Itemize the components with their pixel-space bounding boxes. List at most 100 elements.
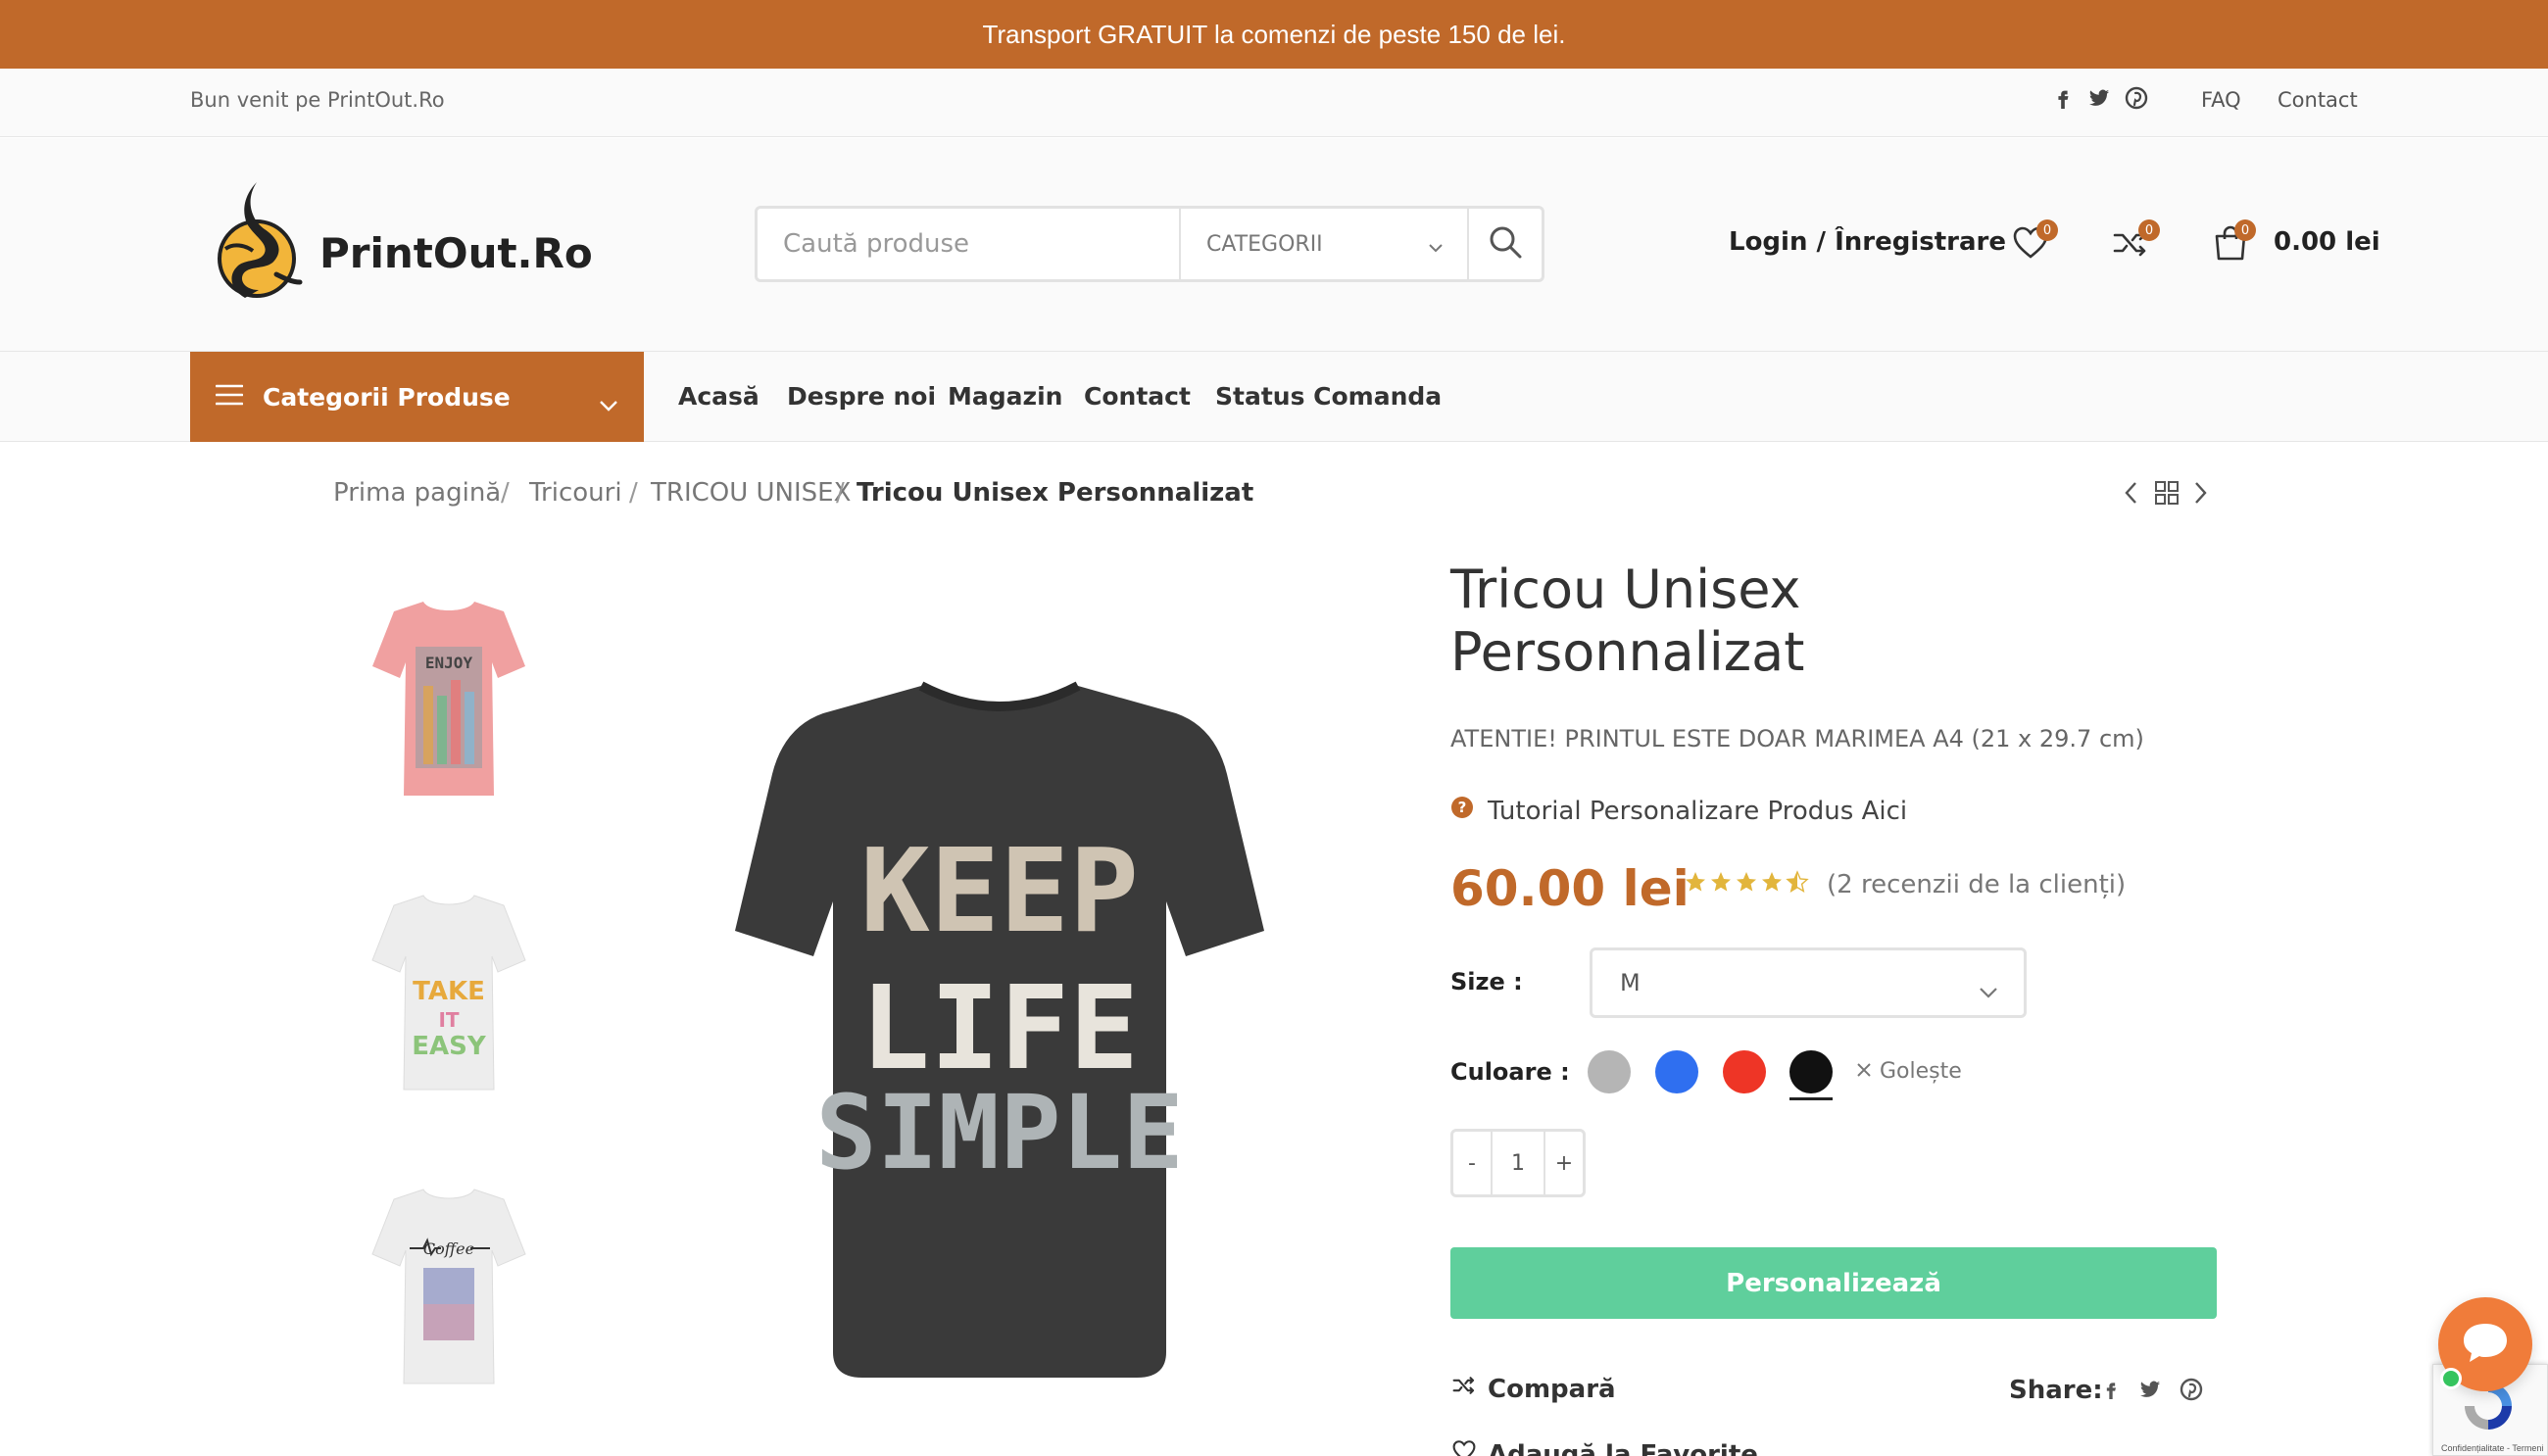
breadcrumb-tricouri[interactable]: Tricouri xyxy=(529,478,622,508)
product-title: Tricou Unisex Personnalizat xyxy=(1450,558,1804,684)
heart-icon xyxy=(1450,1438,1478,1456)
breadcrumb-separator: / xyxy=(629,478,638,508)
svg-text:?: ? xyxy=(1458,799,1467,816)
welcome-text: Bun venit pe PrintOut.Ro xyxy=(190,88,445,112)
chevron-down-icon xyxy=(1979,977,1998,1004)
nav-item-acasa[interactable]: Acasă xyxy=(678,382,760,411)
twitter-icon[interactable] xyxy=(2087,87,2111,113)
help-icon: ? xyxy=(1450,796,1474,826)
grid-icon[interactable] xyxy=(2154,480,2180,510)
category-select[interactable]: CATEGORII xyxy=(1179,209,1467,279)
nav-item-status-comanda[interactable]: Status Comanda xyxy=(1215,382,1442,411)
color-swatch-gray[interactable] xyxy=(1588,1050,1631,1093)
heart-icon xyxy=(2011,226,2050,267)
qty-input[interactable]: 1 xyxy=(1491,1132,1545,1194)
breadcrumb-tricou-unisex[interactable]: TRICOU UNISEX xyxy=(651,478,851,508)
cart-total[interactable]: 0.00 lei xyxy=(2274,227,2380,257)
search-input[interactable] xyxy=(758,209,1179,279)
contact-top-link[interactable]: Contact xyxy=(2278,88,2358,112)
categories-menu-button[interactable]: Categorii Produse xyxy=(190,352,644,442)
star-icon xyxy=(1735,870,1758,898)
product-thumbnail[interactable]: Coffee xyxy=(355,1166,543,1411)
svg-text:ENJOY: ENJOY xyxy=(425,654,473,672)
facebook-icon[interactable] xyxy=(2052,86,2074,114)
qty-decrease-button[interactable]: - xyxy=(1453,1132,1491,1194)
cart-count-badge: 0 xyxy=(2234,219,2256,241)
color-swatch-black[interactable] xyxy=(1789,1050,1833,1093)
shopping-bag-icon xyxy=(2211,225,2250,267)
logo-icon[interactable] xyxy=(206,180,314,308)
clear-label: Golește xyxy=(1880,1059,1962,1084)
size-value: M xyxy=(1620,969,1641,996)
color-swatch-red[interactable] xyxy=(1723,1050,1766,1093)
product-price: 60.00 lei xyxy=(1450,860,1690,917)
svg-text:EASY: EASY xyxy=(412,1032,487,1061)
product-title-line: Personnalizat xyxy=(1450,621,1805,683)
wishlist-count-badge: 0 xyxy=(2036,219,2058,241)
search-button[interactable] xyxy=(1467,209,1542,279)
size-label-text: Size xyxy=(1450,968,1505,995)
categories-menu-label: Categorii Produse xyxy=(263,382,511,412)
compare-label: Compară xyxy=(1488,1374,1616,1404)
breadcrumb-separator: / xyxy=(501,478,510,508)
shuffle-icon xyxy=(1450,1373,1478,1405)
product-thumbnail[interactable]: ENJOY xyxy=(355,578,543,823)
svg-text:IT: IT xyxy=(438,1008,459,1032)
wishlist-button[interactable]: 0 xyxy=(2011,219,2058,267)
nav-item-despre-noi[interactable]: Despre noi xyxy=(787,382,936,411)
add-to-favorites-link[interactable]: Adaugă la Favorite xyxy=(1450,1438,1758,1456)
breadcrumb-home[interactable]: Prima pagină xyxy=(333,478,501,508)
category-select-label: CATEGORII xyxy=(1206,231,1323,257)
chevron-down-icon xyxy=(599,389,618,417)
svg-text:TAKE: TAKE xyxy=(413,977,485,1006)
product-main-image[interactable]: KEEP LIFE SIMPLE xyxy=(715,666,1284,1391)
login-register-link[interactable]: Login / Înregistrare xyxy=(1729,227,2006,257)
nav-item-magazin[interactable]: Magazin xyxy=(948,382,1062,411)
star-icon xyxy=(1684,870,1707,898)
online-status-dot xyxy=(2440,1368,2462,1389)
pinterest-icon[interactable] xyxy=(2125,86,2148,114)
shuffle-icon xyxy=(2111,229,2150,267)
qty-increase-button[interactable]: + xyxy=(1545,1132,1583,1194)
breadcrumb-separator: / xyxy=(836,478,845,508)
facebook-icon[interactable] xyxy=(2101,1378,2121,1405)
product-thumbnail[interactable]: TAKE IT EASY xyxy=(355,872,543,1117)
rating-stars xyxy=(1684,870,1809,898)
social-links xyxy=(2052,86,2148,114)
hamburger-icon xyxy=(215,383,244,412)
color-label-text: Culoare xyxy=(1450,1058,1552,1086)
reviews-link[interactable]: (2 recenzii de la clienți) xyxy=(1827,870,2126,899)
prev-product-icon[interactable] xyxy=(2123,480,2140,510)
quantity-stepper: - 1 + xyxy=(1450,1129,1586,1197)
favorite-label: Adaugă la Favorite xyxy=(1488,1439,1758,1456)
twitter-icon[interactable] xyxy=(2138,1379,2162,1404)
clear-selection-link[interactable]: Golește xyxy=(1856,1059,1962,1084)
share-links xyxy=(2101,1378,2203,1405)
personalize-button[interactable]: Personalizează xyxy=(1450,1247,2217,1319)
nav-item-contact[interactable]: Contact xyxy=(1084,382,1191,411)
color-swatch-blue[interactable] xyxy=(1655,1050,1698,1093)
tutorial-link[interactable]: ? Tutorial Personalizare Produs Aici xyxy=(1450,796,1907,826)
next-product-icon[interactable] xyxy=(2191,480,2209,510)
color-label: Culoare : xyxy=(1450,1058,1570,1086)
chat-bubble-icon xyxy=(2461,1320,2510,1369)
star-icon xyxy=(1709,870,1733,898)
pinterest-icon[interactable] xyxy=(2180,1378,2203,1405)
cart-button[interactable]: 0 xyxy=(2211,219,2256,267)
selected-swatch-indicator xyxy=(1789,1097,1833,1100)
svg-text:KEEP: KEEP xyxy=(860,823,1139,958)
compare-count-badge: 0 xyxy=(2138,219,2160,241)
recaptcha-text: Confidențialitate - Termeni xyxy=(2441,1443,2544,1453)
compare-link[interactable]: Compară xyxy=(1450,1373,1616,1405)
star-icon xyxy=(1760,870,1784,898)
tutorial-label: Tutorial Personalizare Produs Aici xyxy=(1488,796,1908,826)
share-label: Share: xyxy=(2009,1376,2103,1405)
logo-text[interactable]: PrintOut.Ro xyxy=(319,229,593,277)
chevron-down-icon xyxy=(1428,234,1444,259)
close-icon xyxy=(1856,1059,1872,1084)
size-select[interactable]: M xyxy=(1590,947,2027,1018)
compare-header-button[interactable]: 0 xyxy=(2111,219,2160,267)
faq-link[interactable]: FAQ xyxy=(2201,88,2241,112)
promo-banner: Transport GRATUIT la comenzi de peste 15… xyxy=(0,0,2548,69)
half-star-icon xyxy=(1786,870,1809,898)
